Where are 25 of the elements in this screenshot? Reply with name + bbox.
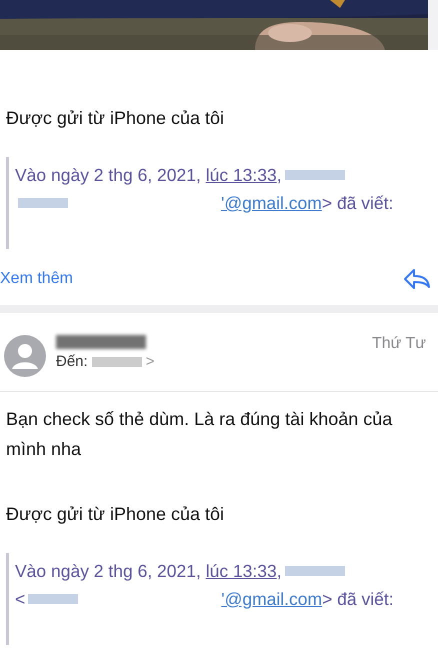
signature-text: Được gửi từ iPhone của tôi [5,108,226,129]
quote-comma: , [276,560,282,583]
message-date: Thứ Tư [372,335,426,353]
angle-bracket: < [15,588,26,611]
quote-wrote: > đã viết: [322,588,394,611]
quote-date: Vào ngày 2 thg 6, 2021, [15,560,201,583]
email-link[interactable]: '@gmail.com [221,585,322,613]
chevron[interactable]: > [146,353,154,370]
redaction-mark [28,594,78,604]
time-link[interactable]: lúc 13:33 [206,557,277,585]
redaction-mark [284,170,345,180]
redaction-mark [284,566,345,576]
quote-date: Vào ngày 2 thg 6, 2021, [15,164,201,187]
quote-comma: , [276,164,282,187]
reply-icon[interactable] [402,267,432,291]
quote-wrote: > đã viết: [322,192,394,215]
see-more-link[interactable]: Xem thêm [0,270,73,288]
avatar-icon [4,335,46,377]
redaction-mark [92,356,142,366]
to-label: Đến: [56,353,88,370]
email-link[interactable]: '@gmail.com [221,189,322,217]
signature-text: Được gửi từ iPhone của tôi [5,504,226,525]
message-body: Bạn check số thẻ dùm. Là ra đúng tài khoản của mình nha [5,408,394,461]
redaction-mark [18,198,68,208]
time-link[interactable]: lúc 13:33 [206,161,277,189]
